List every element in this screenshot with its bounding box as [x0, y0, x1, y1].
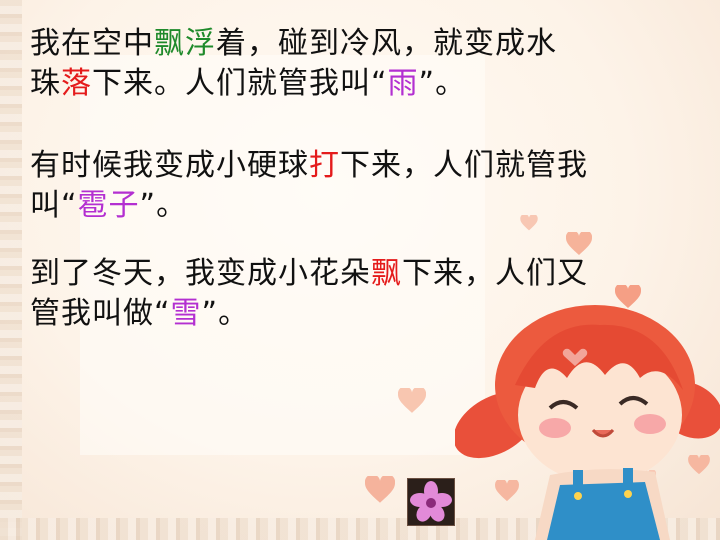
heart-icon	[365, 476, 395, 503]
paragraph-rain: 我在空中飘浮着，碰到冷风，就变成水 珠落下来。人们就管我叫“雨”。	[30, 24, 557, 104]
text-segment: 叫“	[30, 188, 78, 223]
highlight-word: 飘	[371, 256, 402, 291]
paragraph-line: 有时候我变成小硬球打下来，人们就管我	[30, 146, 588, 186]
highlight-word: 雨	[387, 66, 419, 101]
paragraph-line: 到了冬天，我变成小花朵飘下来，人们又	[30, 254, 588, 294]
cartoon-girl-illustration	[455, 305, 720, 540]
text-segment: 管我叫做“	[30, 296, 171, 331]
text-segment: 下来。人们就管我叫“	[92, 66, 388, 101]
highlight-word: 雪	[170, 296, 202, 331]
paragraph-hail: 有时候我变成小硬球打下来，人们就管我 叫“雹子”。	[30, 146, 588, 226]
paragraph-line: 我在空中飘浮着，碰到冷风，就变成水	[30, 24, 557, 64]
highlight-word: 雹子	[77, 188, 140, 223]
heart-icon	[398, 388, 426, 413]
heart-icon	[566, 232, 592, 255]
flower-thumbnail	[407, 478, 455, 526]
text-segment: ”。	[201, 296, 250, 331]
text-segment: 珠	[30, 66, 61, 101]
flower-icon	[410, 481, 452, 522]
left-lace-border	[0, 0, 22, 540]
text-segment: 下来，人们就管我	[340, 148, 588, 183]
text-segment: 到了冬天，我变成小花朵	[30, 256, 371, 291]
text-segment: 着，碰到冷风，就变成水	[216, 26, 557, 61]
heart-icon	[520, 215, 538, 231]
text-segment: 有时候我变成小硬球	[30, 148, 309, 183]
highlight-word: 落	[61, 66, 92, 101]
highlight-word: 打	[309, 148, 340, 183]
text-segment: ”。	[139, 188, 188, 223]
text-segment: ”。	[418, 66, 467, 101]
highlight-word: 飘浮	[154, 26, 216, 61]
text-segment: 我在空中	[30, 26, 154, 61]
paragraph-line: 珠落下来。人们就管我叫“雨”。	[30, 64, 557, 104]
paragraph-line: 叫“雹子”。	[30, 186, 588, 226]
text-segment: 下来，人们又	[402, 256, 588, 291]
